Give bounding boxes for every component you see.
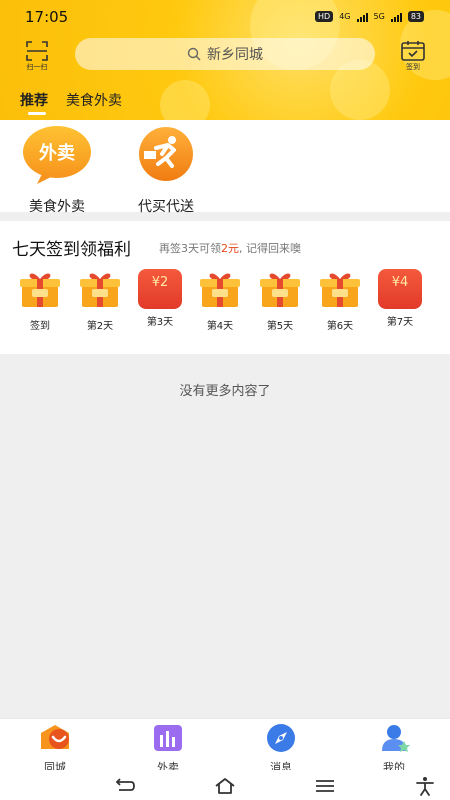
red-envelope-icon: ¥4 bbox=[378, 269, 422, 309]
status-indicators: HD 4G 5G 83 bbox=[315, 11, 424, 22]
checkin-day[interactable]: 第5天 bbox=[256, 269, 304, 332]
takeout-icon bbox=[154, 725, 182, 751]
quick-entry-panel: 外卖 美食外卖 代买代送 bbox=[0, 120, 450, 215]
calendar-check-icon bbox=[401, 41, 425, 61]
search-icon bbox=[187, 47, 201, 61]
quick-entry-errand[interactable]: 代买代送 bbox=[121, 124, 211, 216]
signal-icon bbox=[390, 12, 402, 22]
checkin-days: 签到 第2天 ¥2 第3天 第4天 第5天 第6天 ¥4 第7天 bbox=[16, 269, 436, 349]
search-placeholder: 新乡同城 bbox=[207, 47, 263, 63]
category-tabs: 推荐 美食外卖 bbox=[20, 90, 122, 115]
nav-item-takeout[interactable]: 外卖 bbox=[138, 723, 198, 775]
tab-food-delivery[interactable]: 美食外卖 bbox=[66, 90, 122, 110]
checkin-label: 签到 bbox=[406, 63, 420, 71]
city-icon bbox=[41, 725, 69, 749]
checkin-day-label: 第5天 bbox=[266, 321, 294, 332]
gift-box-icon bbox=[320, 273, 360, 307]
checkin-card: 七天签到领福利 再签3天可领2元, 记得回来噢 签到 第2天 ¥2 第3天 第4天 第5天… bbox=[0, 221, 450, 354]
checkin-button[interactable]: 签到 bbox=[396, 40, 430, 72]
scan-button[interactable]: 扫一扫 bbox=[20, 40, 54, 72]
nav-item-messages[interactable]: 消息 bbox=[251, 723, 311, 775]
bottom-nav: 同城 外卖 消息 我的 bbox=[0, 718, 450, 774]
menu-button[interactable] bbox=[313, 776, 337, 796]
envelope-amount: ¥2 bbox=[151, 275, 169, 290]
checkin-day-label: 第3天 bbox=[146, 317, 174, 328]
accessibility-button[interactable] bbox=[413, 776, 437, 796]
bokeh-decoration bbox=[160, 80, 210, 122]
red-envelope-icon: ¥2 bbox=[138, 269, 182, 309]
checkin-day-label: 第4天 bbox=[206, 321, 234, 332]
system-nav-bar bbox=[0, 770, 450, 800]
checkin-hint-amount: 2元 bbox=[221, 242, 239, 255]
network-4g-label: 4G bbox=[339, 12, 351, 21]
checkin-day[interactable]: 第6天 bbox=[316, 269, 364, 332]
takeout-bubble-icon: 外卖 bbox=[23, 126, 91, 184]
scan-icon bbox=[26, 41, 48, 61]
home-button[interactable] bbox=[213, 776, 237, 796]
quick-entry-label: 代买代送 bbox=[138, 199, 194, 215]
quick-entry-label: 美食外卖 bbox=[29, 199, 85, 215]
network-5g-label: 5G bbox=[373, 12, 385, 21]
battery-indicator: 83 bbox=[407, 11, 424, 22]
header: 17:05 HD 4G 5G 83 扫一扫 新乡同城 签到 推荐 美食外卖 bbox=[0, 0, 450, 122]
compass-icon bbox=[267, 724, 295, 752]
back-icon bbox=[115, 778, 135, 791]
checkin-day[interactable]: 第4天 bbox=[196, 269, 244, 332]
gift-box-icon bbox=[20, 273, 60, 307]
checkin-day[interactable]: 第2天 bbox=[76, 269, 124, 332]
checkin-day-label: 第7天 bbox=[386, 317, 414, 328]
signal-icon bbox=[356, 12, 368, 22]
gift-box-icon bbox=[200, 273, 240, 307]
hd-badge: HD bbox=[315, 11, 334, 22]
checkin-hint-suffix: , 记得回来噢 bbox=[239, 242, 301, 255]
checkin-day[interactable]: 签到 bbox=[16, 269, 64, 332]
status-time: 17:05 bbox=[25, 8, 69, 26]
nav-item-city[interactable]: 同城 bbox=[25, 723, 85, 775]
checkin-day[interactable]: ¥4 第7天 bbox=[376, 269, 424, 328]
checkin-hint-prefix: 再签3天可领 bbox=[159, 242, 221, 255]
accessibility-icon bbox=[416, 777, 434, 796]
gift-box-icon bbox=[260, 273, 300, 307]
envelope-amount: ¥4 bbox=[391, 275, 409, 290]
checkin-hint: 再签3天可领2元, 记得回来噢 bbox=[159, 240, 301, 256]
quick-entry-food-delivery[interactable]: 外卖 美食外卖 bbox=[12, 124, 102, 216]
status-bar: 17:05 HD 4G 5G 83 bbox=[0, 0, 450, 34]
menu-icon bbox=[316, 780, 334, 792]
home-icon bbox=[215, 778, 235, 794]
checkin-title: 七天签到领福利 bbox=[12, 240, 131, 260]
gift-box-icon bbox=[80, 273, 120, 307]
back-button[interactable] bbox=[113, 776, 137, 796]
checkin-day[interactable]: ¥2 第3天 bbox=[136, 269, 184, 328]
profile-icon bbox=[382, 725, 410, 752]
checkin-day-label: 签到 bbox=[30, 321, 50, 332]
nav-item-profile[interactable]: 我的 bbox=[364, 723, 424, 775]
takeout-badge-text: 外卖 bbox=[39, 142, 75, 164]
checkin-day-label: 第6天 bbox=[326, 321, 354, 332]
search-input[interactable]: 新乡同城 bbox=[75, 38, 375, 70]
scan-label: 扫一扫 bbox=[26, 63, 48, 71]
tab-recommend[interactable]: 推荐 bbox=[20, 90, 48, 115]
runner-icon bbox=[139, 127, 193, 181]
empty-state-text: 没有更多内容了 bbox=[179, 384, 271, 399]
checkin-day-label: 第2天 bbox=[86, 321, 114, 332]
